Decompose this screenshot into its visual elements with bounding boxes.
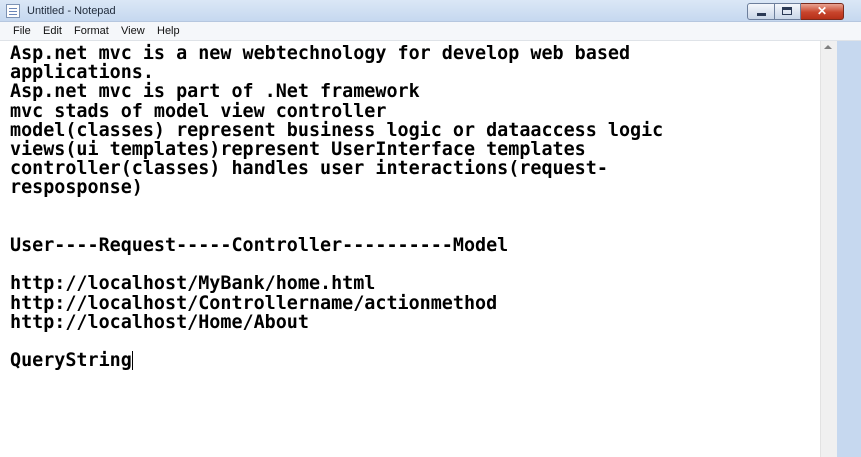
editor-line: QueryString xyxy=(10,350,132,372)
menu-edit[interactable]: Edit xyxy=(43,25,62,38)
editor-line: views(ui templates)represent UserInterfa… xyxy=(10,139,586,161)
menu-bar: File Edit Format View Help xyxy=(0,22,861,41)
editor-line: applications. xyxy=(10,62,154,84)
vertical-scrollbar[interactable] xyxy=(820,41,837,457)
maximize-icon xyxy=(782,7,792,15)
editor-line: http://localhost/Home/About xyxy=(10,311,309,333)
menu-view[interactable]: View xyxy=(121,25,145,38)
editor-line: Asp.net mvc is a new webtechnology for d… xyxy=(10,43,631,64)
maximize-button[interactable] xyxy=(775,3,801,20)
menu-file[interactable]: File xyxy=(13,25,31,38)
menu-format[interactable]: Format xyxy=(74,25,109,38)
close-button[interactable]: ✕ xyxy=(801,3,844,20)
window-frame-right xyxy=(837,41,861,457)
close-icon: ✕ xyxy=(816,4,828,18)
notepad-icon[interactable] xyxy=(6,4,20,18)
menu-help[interactable]: Help xyxy=(157,25,180,38)
editor-line: controller(classes) handles user interac… xyxy=(10,158,608,180)
editor-line: Asp.net mvc is part of .Net framework xyxy=(10,81,420,103)
text-editor[interactable]: Asp.net mvc is a new webtechnology for d… xyxy=(0,41,820,457)
title-bar[interactable]: Untitled - Notepad ✕ xyxy=(0,0,861,22)
editor-line: model(classes) represent business logic … xyxy=(10,119,664,141)
window-title: Untitled - Notepad xyxy=(27,5,116,17)
editor-line: User----Request-----Controller----------… xyxy=(10,235,509,257)
editor-content[interactable]: Asp.net mvc is a new webtechnology for d… xyxy=(10,44,815,370)
editor-line: mvc stads of model view controller xyxy=(10,100,387,122)
minimize-icon xyxy=(757,13,766,16)
scroll-up-arrow-icon[interactable] xyxy=(824,45,832,49)
minimize-button[interactable] xyxy=(747,3,775,20)
text-caret xyxy=(131,351,133,371)
editor-line: http://localhost/MyBank/home.html xyxy=(10,273,376,295)
editor-line: resposponse) xyxy=(10,177,143,199)
editor-line: http://localhost/Controllername/actionme… xyxy=(10,292,498,314)
